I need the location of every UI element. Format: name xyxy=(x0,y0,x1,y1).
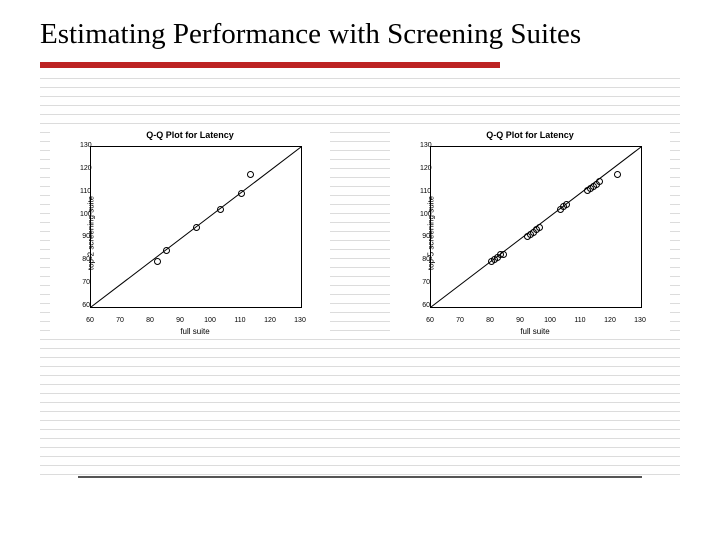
y-tick: 130 xyxy=(420,142,430,149)
x-tick: 60 xyxy=(421,317,439,324)
x-tick: 60 xyxy=(81,317,99,324)
data-point xyxy=(536,224,543,231)
qq-plot-left: Q-Q Plot for Latency top-2 screening sui… xyxy=(50,128,330,338)
x-axis-label: full suite xyxy=(90,327,300,336)
y-tick: 130 xyxy=(80,142,90,149)
plot-box xyxy=(90,146,302,308)
x-tick: 80 xyxy=(141,317,159,324)
data-point xyxy=(163,247,170,254)
y-tick: 110 xyxy=(420,188,430,195)
x-tick: 90 xyxy=(511,317,529,324)
y-tick: 100 xyxy=(80,211,90,218)
plot-title: Q-Q Plot for Latency xyxy=(390,130,670,140)
slide: Estimating Performance with Screening Su… xyxy=(0,0,720,540)
charts-row: Q-Q Plot for Latency top-2 screening sui… xyxy=(50,128,670,338)
x-tick: 130 xyxy=(631,317,649,324)
plot-box xyxy=(430,146,642,308)
y-tick: 90 xyxy=(80,233,90,240)
y-tick: 60 xyxy=(420,302,430,309)
x-tick: 120 xyxy=(261,317,279,324)
y-tick: 80 xyxy=(80,256,90,263)
y-tick: 70 xyxy=(420,279,430,286)
x-tick: 120 xyxy=(601,317,619,324)
y-tick: 70 xyxy=(80,279,90,286)
x-tick: 70 xyxy=(451,317,469,324)
x-tick: 110 xyxy=(231,317,249,324)
title-underline xyxy=(40,62,500,68)
y-tick: 60 xyxy=(80,302,90,309)
data-point xyxy=(238,190,245,197)
y-tick: 100 xyxy=(420,211,430,218)
footer-rule xyxy=(78,476,642,478)
data-point xyxy=(193,224,200,231)
y-tick: 120 xyxy=(80,165,90,172)
x-tick: 90 xyxy=(171,317,189,324)
x-tick: 100 xyxy=(541,317,559,324)
y-tick: 120 xyxy=(420,165,430,172)
page-title: Estimating Performance with Screening Su… xyxy=(40,18,581,51)
y-tick: 110 xyxy=(80,188,90,195)
qq-plot-right: Q-Q Plot for Latency top-5 screening sui… xyxy=(390,128,670,338)
plot-title: Q-Q Plot for Latency xyxy=(50,130,330,140)
x-tick: 110 xyxy=(571,317,589,324)
y-tick: 80 xyxy=(420,256,430,263)
x-tick: 80 xyxy=(481,317,499,324)
data-point xyxy=(217,206,224,213)
x-axis-label: full suite xyxy=(430,327,640,336)
x-tick: 130 xyxy=(291,317,309,324)
x-tick: 70 xyxy=(111,317,129,324)
y-tick: 90 xyxy=(420,233,430,240)
x-tick: 100 xyxy=(201,317,219,324)
